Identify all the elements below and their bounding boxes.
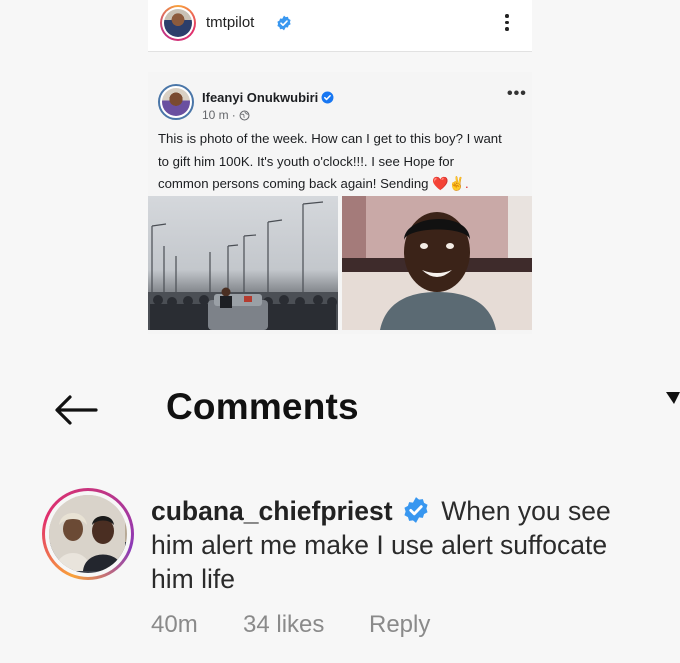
meta-separator: · [231, 108, 236, 122]
post-header: tmtpilot [148, 0, 532, 52]
fb-post-meta: 10 m · [202, 108, 250, 122]
fb-author-avatar[interactable] [158, 84, 194, 120]
commenter-avatar[interactable] [42, 488, 134, 580]
embedded-facebook-post: Ifeanyi Onukwubiri 10 m · ••• This is ph… [148, 72, 532, 334]
comment-body: cubana_chiefpriest When you see him aler… [151, 494, 671, 596]
send-icon[interactable] [664, 390, 680, 406]
fb-verified-badge-icon [321, 91, 334, 104]
comment-text: When you see [441, 496, 611, 526]
commenter-username[interactable]: cubana_chiefpriest [151, 496, 393, 526]
avatar-photo [49, 495, 127, 573]
emoji-heart-peace: ❤️✌️. [432, 176, 469, 191]
verified-badge-icon [277, 15, 291, 31]
post-text-line: to gift him 100K. It's youth o'clock!!!.… [158, 153, 455, 169]
poster-avatar[interactable] [160, 5, 196, 41]
comment-text: him alert me make I use alert suffocate [151, 530, 608, 560]
verified-badge-icon [404, 497, 428, 523]
reply-button[interactable]: Reply [369, 611, 430, 639]
poster-username[interactable]: tmtpilot [206, 14, 254, 31]
fb-post-time: 10 m [202, 108, 229, 122]
photo-smiling-boy[interactable] [342, 196, 532, 330]
post-text-line: common persons coming back again! Sendin… [158, 173, 530, 196]
comment-time: 40m [151, 611, 198, 638]
post-text-line-content: common persons coming back again! Sendin… [158, 176, 429, 191]
globe-icon [239, 110, 250, 120]
fb-more-options-icon[interactable]: ••• [507, 86, 527, 102]
avatar-photo [164, 9, 192, 37]
page-title: Comments [166, 386, 359, 427]
more-options-icon[interactable] [503, 12, 511, 36]
fb-post-text: This is photo of the week. How can I get… [158, 128, 530, 196]
comment-line: cubana_chiefpriest When you see [151, 494, 671, 528]
fb-author-name[interactable]: Ifeanyi Onukwubiri [202, 90, 318, 105]
avatar-photo [162, 88, 190, 116]
comment-text: him life [151, 564, 235, 594]
comment-meta: 40m 34 likes Reply [151, 611, 430, 639]
arrow-left-icon[interactable] [52, 392, 100, 428]
photo-crowd-highway[interactable] [148, 196, 338, 330]
comment-likes[interactable]: 34 likes [243, 611, 369, 639]
post-text-line: This is photo of the week. How can I get… [158, 131, 502, 146]
